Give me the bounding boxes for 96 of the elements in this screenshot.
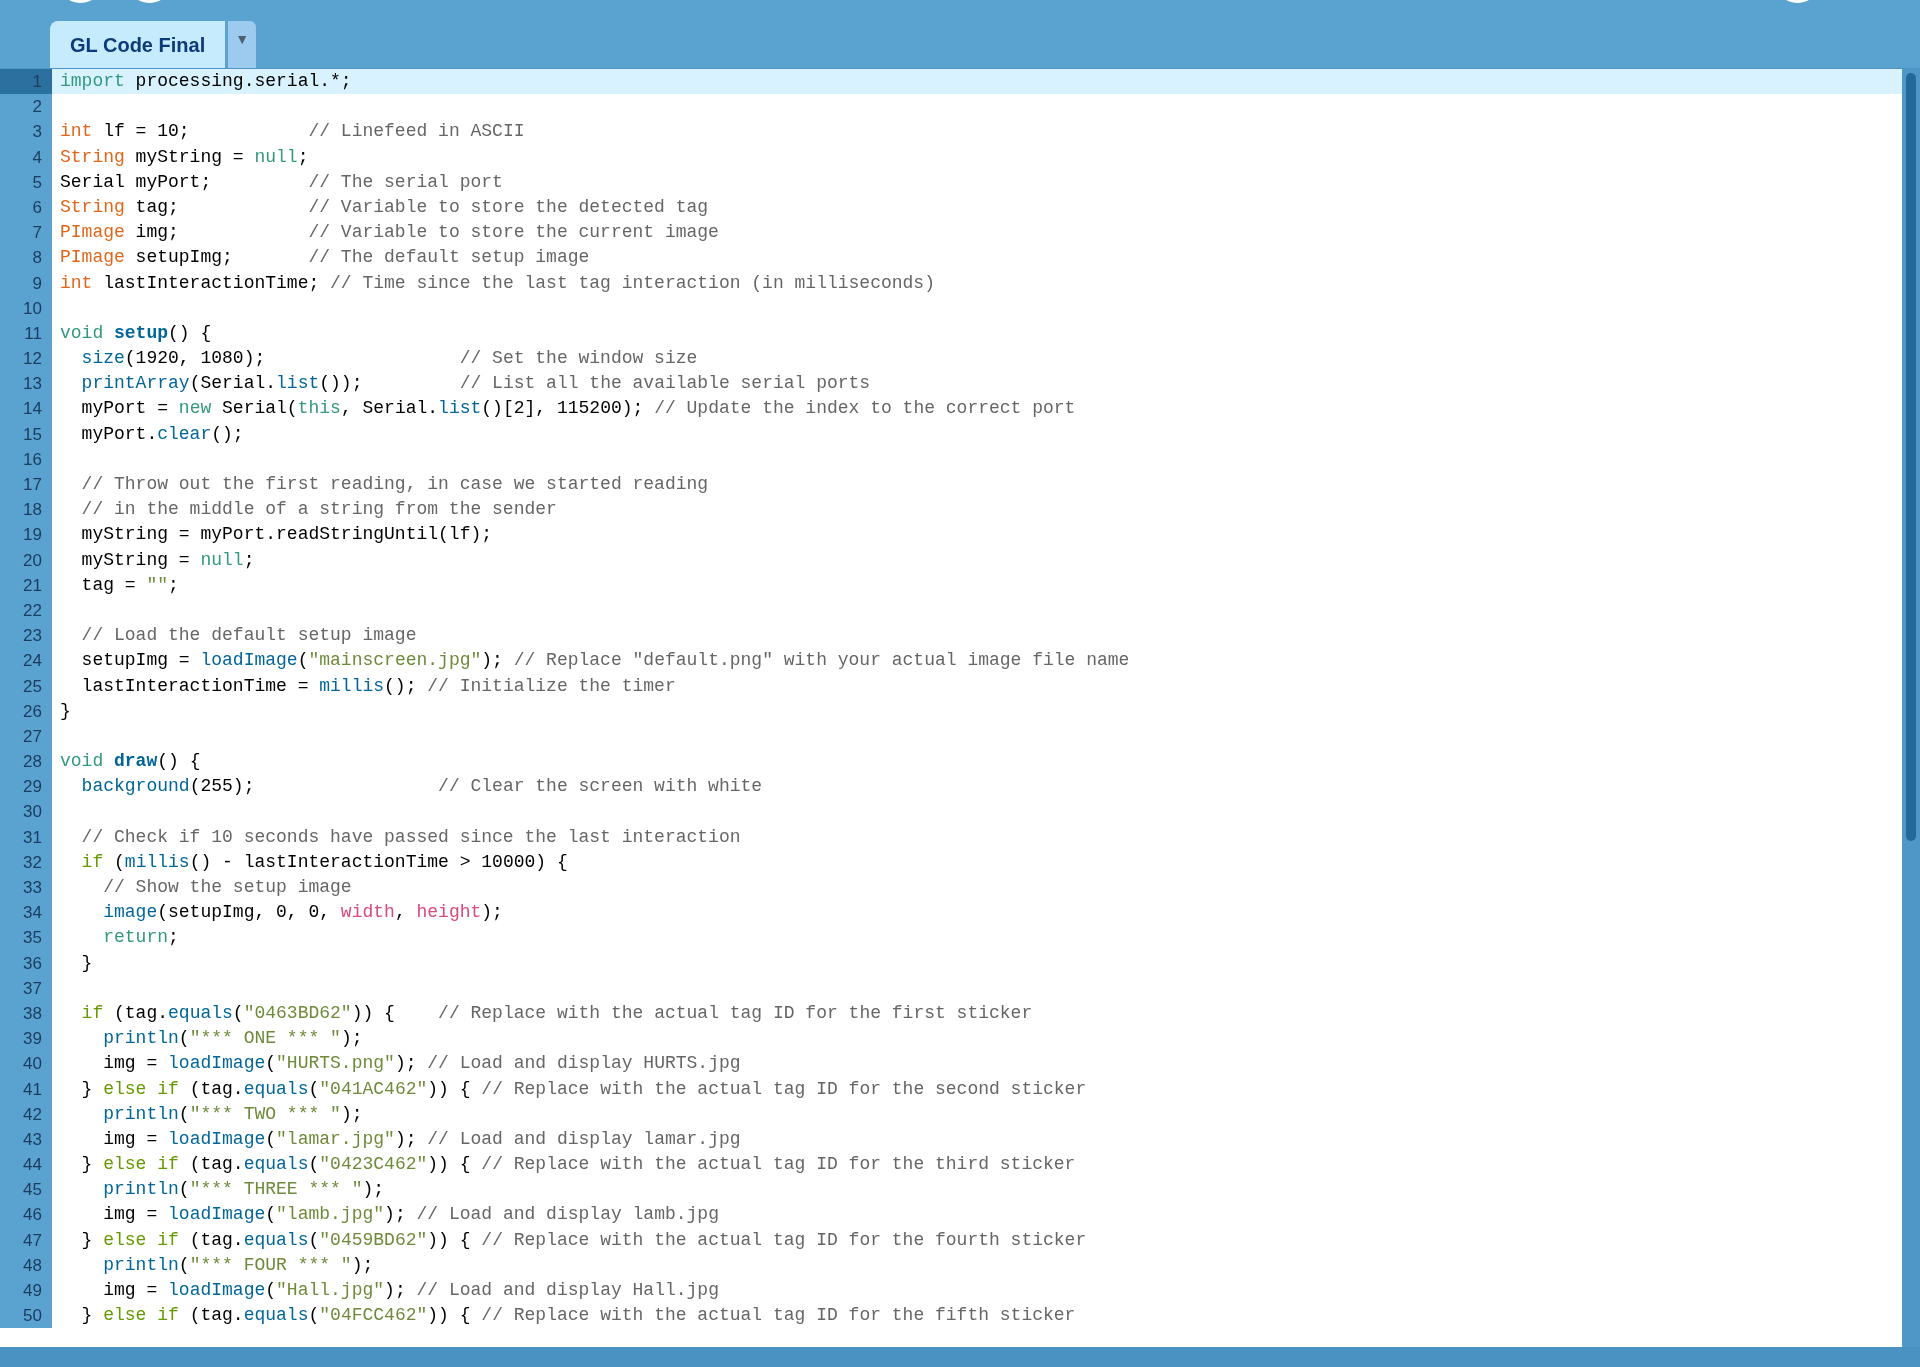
code-line: img = loadImage("lamb.jpg"); // Load and display lamb.jpg xyxy=(102,1203,719,1227)
code-line: background(255); // Clear the screen with white xyxy=(80,775,763,799)
code-line: myString = myPort.readStringUntil(lf); xyxy=(80,523,493,547)
line-number: 29 xyxy=(0,774,52,800)
code-line: int lf = 10; // Linefeed in ASCII xyxy=(59,120,525,144)
code-line: img = loadImage("Hall.jpg"); // Load and display Hall.jpg xyxy=(102,1279,719,1302)
code-line: void setup() { xyxy=(59,321,212,345)
line-number: 23 xyxy=(0,623,52,649)
code-line: println("*** THREE *** "); xyxy=(102,1178,385,1202)
code-line: // in the middle of a string from the sender xyxy=(80,498,557,522)
line-number: 12 xyxy=(0,346,52,372)
code-line: return; xyxy=(102,926,179,950)
line-number: 45 xyxy=(0,1177,52,1203)
line-number: 49 xyxy=(0,1278,52,1304)
line-number: 13 xyxy=(0,371,52,397)
line-number: 33 xyxy=(0,875,52,901)
line-number: 5 xyxy=(0,169,52,195)
line-number: 19 xyxy=(0,522,52,548)
line-number: 50 xyxy=(0,1303,52,1329)
line-number: 25 xyxy=(0,673,52,699)
code-line: setupImg = loadImage("mainscreen.jpg"); // Replace "default.png" with your actual image file name xyxy=(80,649,1130,673)
code-line: // Throw out the first reading, in case we started reading xyxy=(80,473,709,496)
line-number: 20 xyxy=(0,547,52,573)
code-line: } xyxy=(80,951,93,975)
line-number: 3 xyxy=(0,119,52,145)
code-line: printArray(Serial.list()); // List all the available serial ports xyxy=(80,372,871,396)
code-line: // Check if 10 seconds have passed since the last interaction xyxy=(80,825,741,849)
line-number: 27 xyxy=(0,723,52,750)
line-number: 22 xyxy=(0,597,52,624)
line-number: 16 xyxy=(0,446,52,472)
line-number: 2 xyxy=(0,94,52,120)
code-line: void draw() { xyxy=(59,750,201,774)
line-number: 35 xyxy=(0,925,52,951)
line-number: 28 xyxy=(0,749,52,775)
line-number: 43 xyxy=(0,1126,52,1153)
code-line: PImage img; // Variable to store the current image xyxy=(59,221,719,245)
code-line: myString = null; xyxy=(80,548,255,572)
line-number: 48 xyxy=(0,1252,52,1278)
line-number: 44 xyxy=(0,1152,52,1178)
code-line: myPort.clear(); xyxy=(80,422,244,446)
code-line: myPort = new Serial(this, Serial.list()[2], 115200); // Update the index to the correct port xyxy=(80,397,1076,421)
code-line: size(1920, 1080); // Set the window size xyxy=(80,347,698,371)
code-line: println("*** FOUR *** "); xyxy=(102,1253,374,1277)
code-line: } else if (tag.equals("04FCC462")) { // Replace with the actual tag ID for the fifth sticker xyxy=(80,1304,1076,1328)
line-number: 36 xyxy=(0,950,52,976)
code-line: lastInteractionTime = millis(); // Initialize the timer xyxy=(80,674,676,698)
line-number: 39 xyxy=(0,1026,52,1052)
line-number: 34 xyxy=(0,900,52,926)
code-line: String tag; // Variable to store the detected tag xyxy=(59,195,709,219)
code-line: tag = ""; xyxy=(80,573,179,597)
code-line: println("*** TWO *** "); xyxy=(102,1102,363,1126)
code-line: if (tag.equals("0463BD62")) { // Replace with the actual tag ID for the first sticker xyxy=(80,1001,1033,1025)
line-number: 9 xyxy=(0,270,52,296)
line-number: 46 xyxy=(0,1202,52,1228)
line-number: 40 xyxy=(0,1051,52,1077)
code-line: PImage setupImg; // The default setup image xyxy=(59,246,590,270)
scrollbar-thumb[interactable] xyxy=(1906,73,1916,841)
code-line: import processing.serial.*; xyxy=(59,70,352,93)
line-number: 11 xyxy=(0,320,52,347)
line-number: 8 xyxy=(0,245,52,271)
line-number: 41 xyxy=(0,1076,52,1102)
code-line: } else if (tag.equals("041AC462")) { // Replace with the actual tag ID for the second sticker xyxy=(80,1077,1087,1101)
line-number: 21 xyxy=(0,572,52,598)
code-line: } else if (tag.equals("0423C462")) { // Replace with the actual tag ID for the third sticker xyxy=(80,1153,1076,1177)
editor-tab[interactable]: GL Code Final xyxy=(50,21,226,68)
line-number: 7 xyxy=(0,220,52,246)
line-number: 30 xyxy=(0,799,52,825)
line-number: 47 xyxy=(0,1227,52,1253)
line-number: 14 xyxy=(0,396,52,422)
line-number: 26 xyxy=(0,698,52,724)
line-number: 18 xyxy=(0,497,52,523)
code-line: String myString = null; xyxy=(59,145,309,169)
code-line: image(setupImg, 0, 0, width, height); xyxy=(102,901,503,925)
line-number: 17 xyxy=(0,472,52,498)
line-number: 4 xyxy=(0,144,52,170)
line-number: 1 xyxy=(0,69,52,95)
code-line: img = loadImage("lamar.jpg"); // Load and display lamar.jpg xyxy=(102,1127,741,1151)
line-number: 37 xyxy=(0,975,52,1001)
code-line: } else if (tag.equals("0459BD62")) { // Replace with the actual tag ID for the fourth sticker xyxy=(80,1228,1087,1252)
line-number: 38 xyxy=(0,1000,52,1027)
code-line: int lastInteractionTime; // Time since the last tag interaction (in milliseconds) xyxy=(59,271,935,295)
line-number: 42 xyxy=(0,1101,52,1127)
code-line: if (millis() - lastInteractionTime > 10000) { xyxy=(80,850,568,874)
code-line: println("*** ONE *** "); xyxy=(102,1027,363,1051)
code-line: Serial myPort; // The serial port xyxy=(59,170,503,194)
line-number: 31 xyxy=(0,824,52,850)
code-line: // Show the setup image xyxy=(102,876,352,899)
line-number: 6 xyxy=(0,194,52,221)
line-number: 24 xyxy=(0,648,52,674)
line-number: 10 xyxy=(0,295,52,321)
code-line: img = loadImage("HURTS.png"); // Load and display HURTS.jpg xyxy=(102,1052,741,1076)
line-number: 15 xyxy=(0,421,52,447)
code-line: } xyxy=(59,699,71,723)
tab-menu-button[interactable]: ▼ xyxy=(228,21,257,68)
line-number: 32 xyxy=(0,849,52,875)
code-line: // Load the default setup image xyxy=(80,624,417,648)
